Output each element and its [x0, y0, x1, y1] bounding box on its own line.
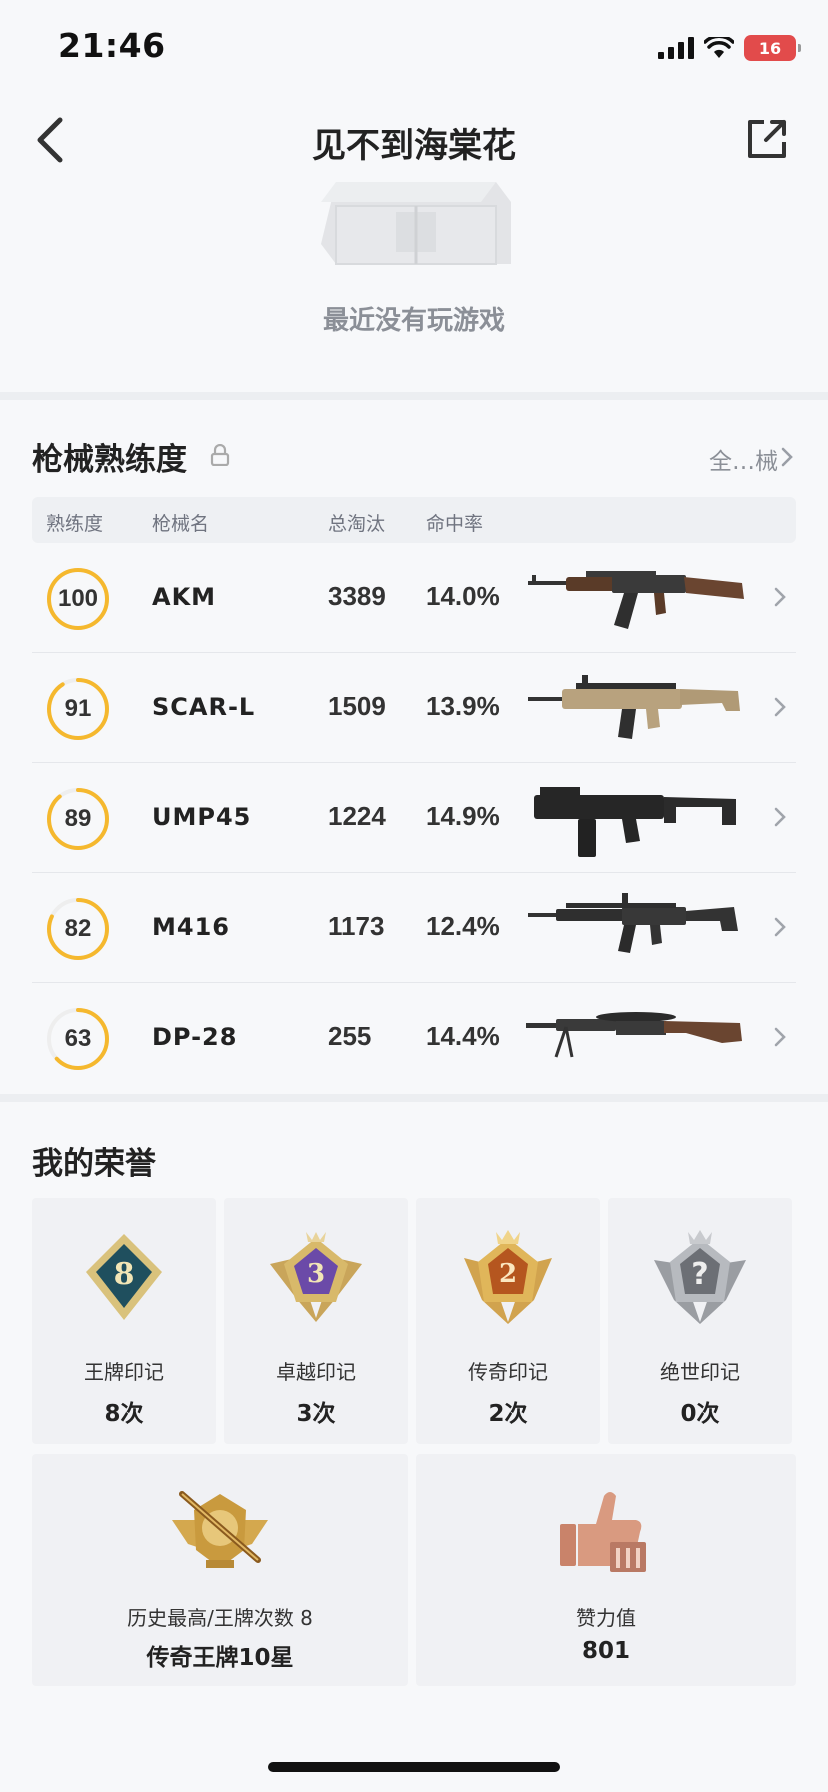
- excellence-mark-icon: 3: [270, 1232, 362, 1322]
- no-recent-games-text: 最近没有玩游戏: [322, 306, 505, 336]
- all-weapons-link[interactable]: 全…械: [709, 442, 778, 476]
- weapon-row-m416[interactable]: 82 M416 1173 12.4%: [32, 873, 796, 983]
- proficiency-value: 89: [64, 805, 92, 832]
- weapon-kills: 255: [328, 1021, 372, 1051]
- weapon-table-header: 熟练度 枪械名 总淘汰 命中率: [32, 497, 796, 543]
- badge-text: ?: [691, 1257, 708, 1292]
- highest-rank-value: 传奇王牌10星: [146, 1645, 294, 1671]
- weapon-name: UMP45: [152, 803, 252, 831]
- likes-value: 801: [581, 1638, 630, 1664]
- weapon-kills: 1509: [328, 691, 386, 721]
- legend-ace-icon: [172, 1491, 268, 1568]
- battery-level: 16: [758, 38, 782, 58]
- weapon-name: DP-28: [152, 1023, 238, 1051]
- section-divider: [0, 1094, 828, 1102]
- section-divider: [0, 392, 828, 400]
- weapon-row-akm[interactable]: 100 AKM 3389 14.0%: [32, 543, 796, 653]
- honor-label: 卓越印记: [276, 1360, 356, 1384]
- honor-count: 3次: [296, 1401, 336, 1427]
- status-time: 21:46: [58, 26, 166, 65]
- col-proficiency: 熟练度: [46, 513, 104, 535]
- chevron-right-icon[interactable]: [774, 1027, 786, 1047]
- honor-ace-mark[interactable]: 8 王牌印记 8次: [32, 1198, 216, 1444]
- weapon-hit-rate: 14.0%: [426, 581, 500, 611]
- weapon-hit-rate: 14.4%: [426, 1021, 500, 1051]
- honors-title: 我的荣誉: [32, 1146, 156, 1182]
- home-indicator: [268, 1762, 560, 1772]
- share-icon[interactable]: [744, 116, 790, 162]
- signal-icon: [658, 37, 694, 59]
- thumbs-up-icon: [560, 1492, 646, 1572]
- highest-rank-card[interactable]: 历史最高/王牌次数 8 传奇王牌10星: [32, 1454, 408, 1686]
- honor-count: 8次: [104, 1401, 144, 1427]
- dp-28-image: [526, 1012, 742, 1058]
- likes-card[interactable]: 赞力值 801: [416, 1454, 796, 1686]
- proficiency-value: 63: [64, 1025, 92, 1052]
- honor-label: 王牌印记: [84, 1360, 164, 1384]
- honor-label: 传奇印记: [468, 1360, 548, 1384]
- col-weapon-name: 枪械名: [152, 513, 210, 535]
- weapon-kills: 1173: [328, 911, 385, 941]
- battery-indicator: 16: [744, 35, 801, 61]
- honor-peerless-mark[interactable]: ? 绝世印记 0次: [608, 1198, 792, 1444]
- chevron-right-icon[interactable]: [774, 697, 786, 717]
- peerless-mark-icon: ?: [654, 1230, 746, 1324]
- badge-text: 3: [307, 1259, 325, 1289]
- empty-box-icon: [321, 182, 511, 265]
- weapon-kills: 3389: [328, 581, 386, 611]
- akm-image: [528, 571, 744, 629]
- lock-icon[interactable]: [210, 444, 230, 466]
- legend-mark-icon: 2: [464, 1230, 552, 1324]
- weapon-hit-rate: 14.9%: [426, 801, 500, 831]
- status-icons: 16: [658, 34, 801, 62]
- honor-label: 绝世印记: [660, 1360, 740, 1384]
- likes-label: 赞力值: [576, 1606, 636, 1630]
- honor-legend-mark[interactable]: 2 传奇印记 2次: [416, 1198, 600, 1444]
- proficiency-value: 82: [64, 915, 92, 942]
- honor-count: 2次: [488, 1401, 528, 1427]
- col-kills: 总淘汰: [328, 513, 386, 535]
- chevron-right-icon[interactable]: [774, 587, 786, 607]
- weapon-hit-rate: 13.9%: [426, 691, 500, 721]
- weapon-proficiency-title: 枪械熟练度: [32, 442, 187, 478]
- ace-mark-icon: 8: [86, 1234, 162, 1320]
- weapon-name: M416: [152, 913, 230, 941]
- weapon-name: AKM: [152, 583, 217, 611]
- chevron-right-icon[interactable]: [774, 917, 786, 937]
- honor-excellence-mark[interactable]: 3 卓越印记 3次: [224, 1198, 408, 1444]
- wifi-icon: [704, 37, 734, 58]
- weapon-hit-rate: 12.4%: [426, 911, 500, 941]
- page-title: 见不到海棠花: [312, 126, 516, 166]
- m416-image: [528, 893, 738, 953]
- badge-text: 8: [114, 1257, 135, 1292]
- weapon-row-ump45[interactable]: 89 UMP45 1224 14.9%: [32, 763, 796, 873]
- proficiency-value: 100: [57, 585, 99, 612]
- highest-rank-label: 历史最高/王牌次数 8: [127, 1606, 313, 1630]
- weapon-row-dp-28[interactable]: 63 DP-28 255 14.4%: [32, 983, 796, 1093]
- weapon-kills: 1224: [328, 801, 386, 831]
- weapon-name: SCAR-L: [152, 693, 256, 721]
- ump45-image: [534, 787, 736, 857]
- proficiency-value: 91: [64, 695, 92, 722]
- chevron-right-icon[interactable]: [780, 446, 794, 468]
- weapon-row-scar-l[interactable]: 91 SCAR-L 1509 13.9%: [32, 653, 796, 763]
- honor-count: 0次: [680, 1401, 720, 1427]
- chevron-right-icon[interactable]: [774, 807, 786, 827]
- scar-l-image: [528, 675, 740, 739]
- badge-text: 2: [499, 1259, 517, 1289]
- col-hit-rate: 命中率: [426, 513, 484, 535]
